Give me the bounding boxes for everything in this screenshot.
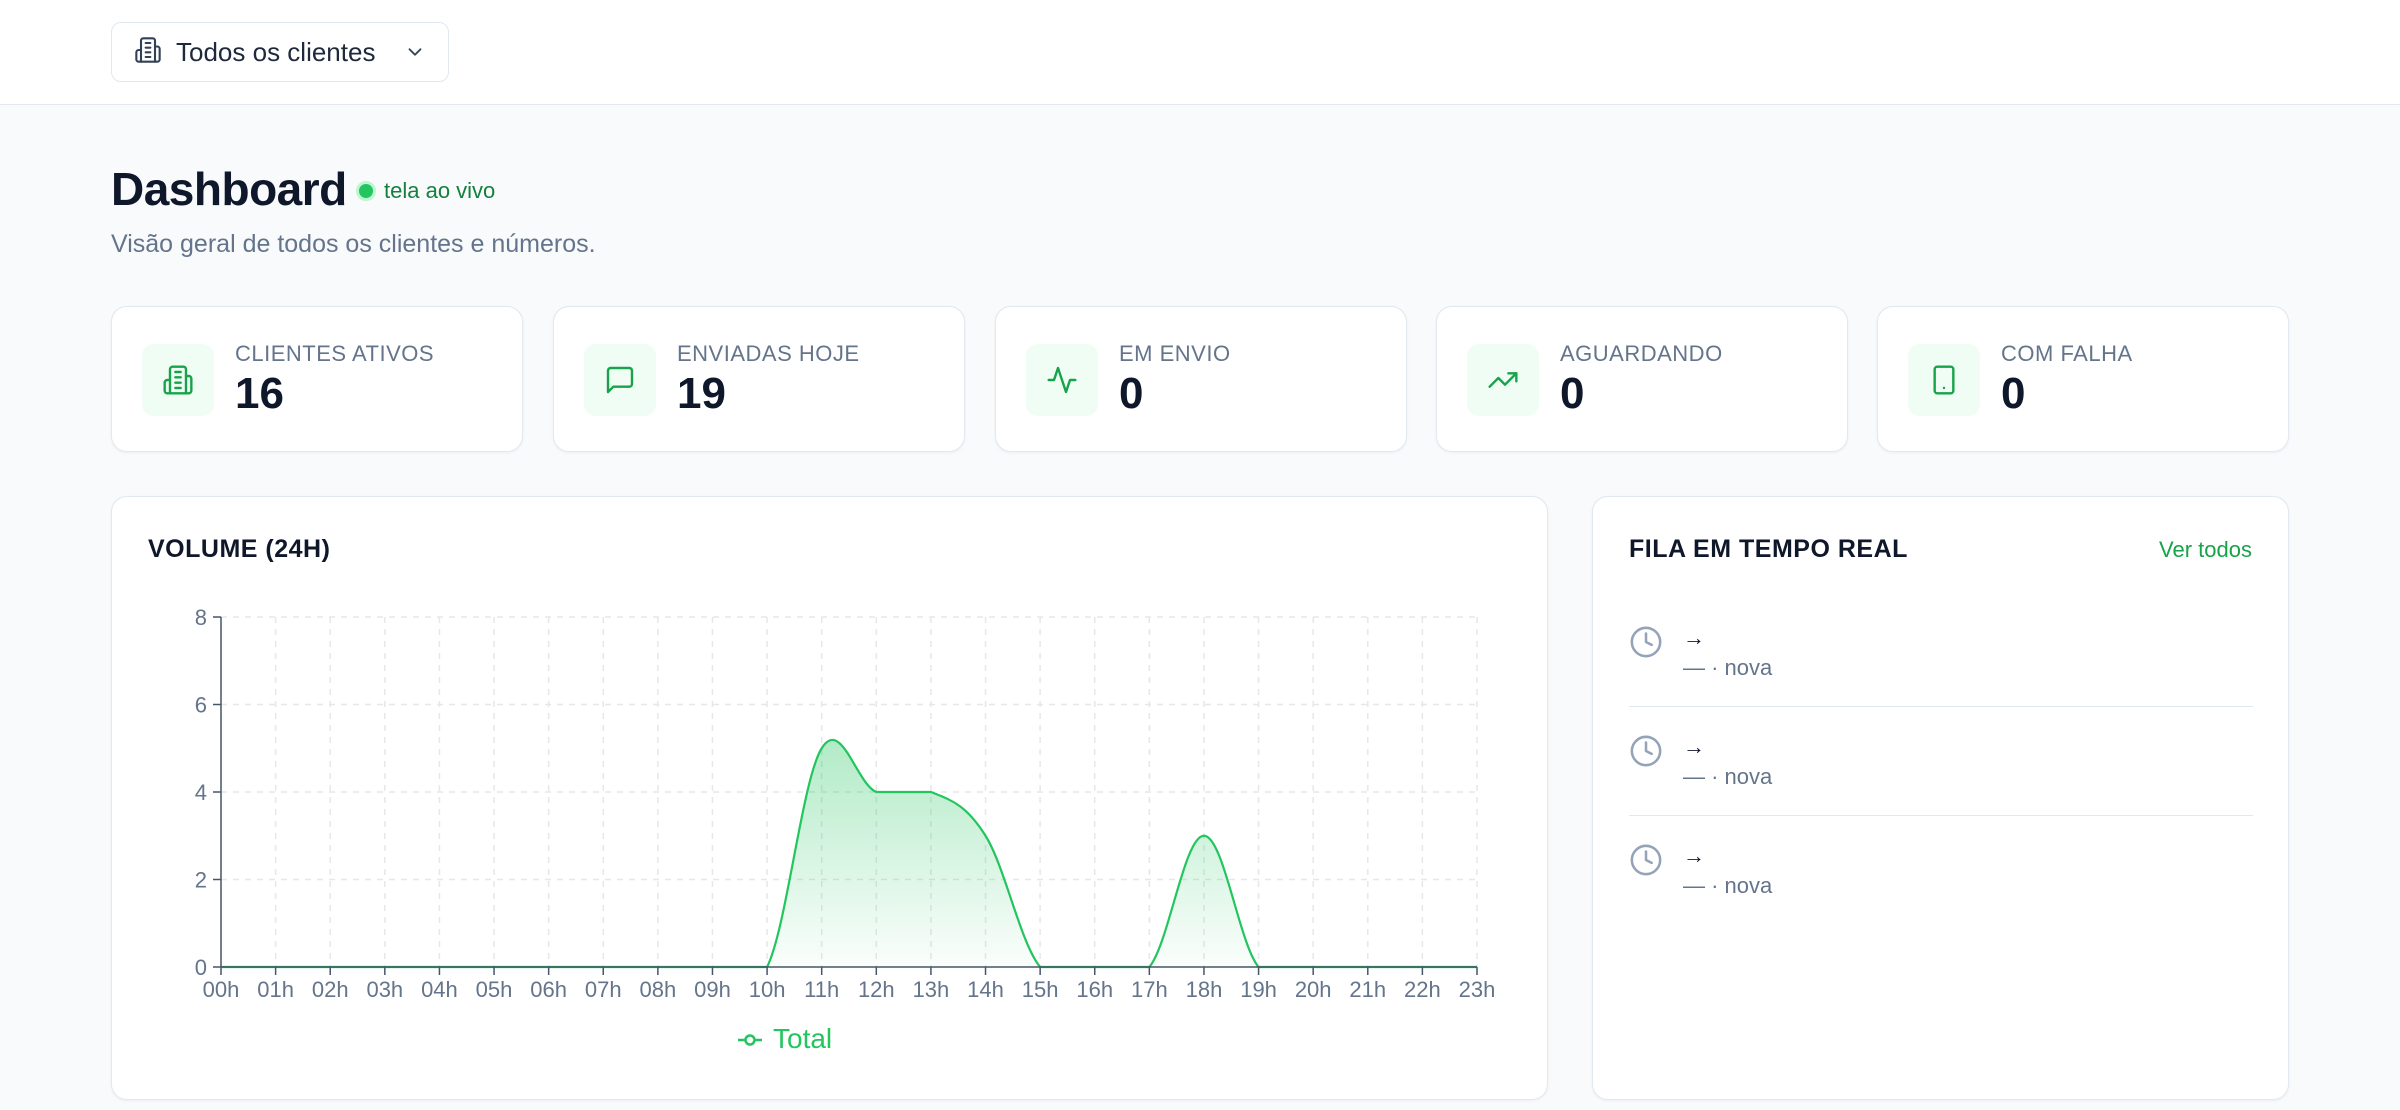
x-tick-label: 23h xyxy=(1459,977,1496,1002)
queue-item[interactable]: → — · nova xyxy=(1629,734,2253,844)
queue-item-meta: — · nova xyxy=(1683,655,1773,680)
divider xyxy=(1629,815,2253,816)
x-tick-label: 14h xyxy=(967,977,1004,1002)
stat-label: COM FALHA xyxy=(2001,341,2133,366)
x-tick-label: 13h xyxy=(913,977,950,1002)
x-tick-label: 07h xyxy=(585,977,622,1002)
x-tick-label: 15h xyxy=(1022,977,1059,1002)
y-tick-label: 4 xyxy=(195,780,207,805)
x-tick-label: 06h xyxy=(530,977,567,1002)
x-tick-label: 19h xyxy=(1240,977,1277,1002)
page-title: Dashboard xyxy=(111,163,347,215)
activity-icon xyxy=(1026,344,1098,416)
x-tick-label: 17h xyxy=(1131,977,1168,1002)
stat-card-clientes-ativos: CLIENTES ATIVOS 16 xyxy=(111,306,523,452)
clock-icon xyxy=(1629,734,1663,773)
clock-icon xyxy=(1629,843,1663,882)
live-indicator: tela ao vivo xyxy=(356,178,495,204)
stat-card-aguardando: AGUARDANDO 0 xyxy=(1436,306,1848,452)
x-tick-label: 02h xyxy=(312,977,349,1002)
stat-label: AGUARDANDO xyxy=(1560,341,1723,366)
x-tick-label: 11h xyxy=(804,977,839,1002)
legend-line-icon xyxy=(737,1023,763,1055)
queue-item-route: → xyxy=(1683,734,1705,759)
chart-legend[interactable]: Total xyxy=(737,1023,832,1055)
y-tick-label: 8 xyxy=(195,605,207,630)
queue-item-route: → xyxy=(1683,843,1705,868)
stat-label: EM ENVIO xyxy=(1119,341,1231,366)
message-icon xyxy=(584,344,656,416)
x-tick-label: 03h xyxy=(366,977,403,1002)
realtime-queue-panel: FILA EM TEMPO REAL Ver todos → — · nova … xyxy=(1592,496,2289,1100)
x-tick-label: 12h xyxy=(858,977,895,1002)
stat-label: CLIENTES ATIVOS xyxy=(235,341,435,366)
queue-item[interactable]: → — · nova xyxy=(1629,843,2253,953)
x-tick-label: 09h xyxy=(694,977,731,1002)
clock-icon xyxy=(1629,625,1663,664)
divider xyxy=(1629,706,2253,707)
stat-value: 0 xyxy=(1560,369,1585,418)
queue-item[interactable]: → — · nova xyxy=(1629,625,2253,735)
queue-item-meta: — · nova xyxy=(1683,873,1773,898)
page-subtitle: Visão geral de todos os clientes e númer… xyxy=(111,230,596,258)
x-tick-label: 16h xyxy=(1076,977,1113,1002)
live-label: tela ao vivo xyxy=(384,178,496,203)
y-tick-label: 6 xyxy=(195,693,207,718)
trending-up-icon xyxy=(1467,344,1539,416)
x-tick-label: 05h xyxy=(476,977,513,1002)
stat-value: 16 xyxy=(235,369,284,418)
stat-card-enviadas-hoje: ENVIADAS HOJE 19 xyxy=(553,306,965,452)
chevron-down-icon xyxy=(404,41,426,63)
x-tick-label: 22h xyxy=(1404,977,1441,1002)
x-tick-label: 04h xyxy=(421,977,458,1002)
x-tick-label: 00h xyxy=(203,977,240,1002)
stat-card-com-falha: COM FALHA 0 xyxy=(1877,306,2289,452)
building-icon xyxy=(134,36,162,69)
y-tick-label: 2 xyxy=(195,868,207,893)
queue-item-meta: — · nova xyxy=(1683,764,1773,789)
x-tick-label: 08h xyxy=(640,977,677,1002)
legend-label: Total xyxy=(773,1023,833,1054)
client-select-dropdown[interactable]: Todos os clientes xyxy=(111,22,449,82)
building-icon xyxy=(142,344,214,416)
stat-value: 0 xyxy=(1119,369,1144,418)
x-tick-label: 20h xyxy=(1295,977,1332,1002)
see-all-link[interactable]: Ver todos xyxy=(2159,537,2252,563)
smartphone-icon xyxy=(1908,344,1980,416)
x-tick-label: 01h xyxy=(257,977,294,1002)
volume-chart: 0246800h 01h 02h 03h 04h 05h 06h 07h 08h 09h 10h 11… xyxy=(195,605,1496,1002)
live-dot-icon xyxy=(356,181,376,201)
x-tick-label: 21h xyxy=(1349,977,1386,1002)
x-tick-label: 10h xyxy=(749,977,786,1002)
stat-value: 19 xyxy=(677,369,726,418)
volume-chart-panel: VOLUME (24H) 0 2 4 6 8 00h 01h 02h 03h 04h 05h 06h 0… xyxy=(111,496,1548,1100)
stat-label: ENVIADAS HOJE xyxy=(677,341,860,366)
queue-title: FILA EM TEMPO REAL xyxy=(1629,535,1908,563)
stat-value: 0 xyxy=(2001,369,2026,418)
queue-item-route: → xyxy=(1683,625,1705,650)
top-bar: Todos os clientes xyxy=(0,0,2400,105)
stat-card-em-envio: EM ENVIO 0 xyxy=(995,306,1407,452)
client-select-label: Todos os clientes xyxy=(176,36,376,67)
x-tick-label: 18h xyxy=(1186,977,1223,1002)
series-area-total xyxy=(221,739,1477,967)
